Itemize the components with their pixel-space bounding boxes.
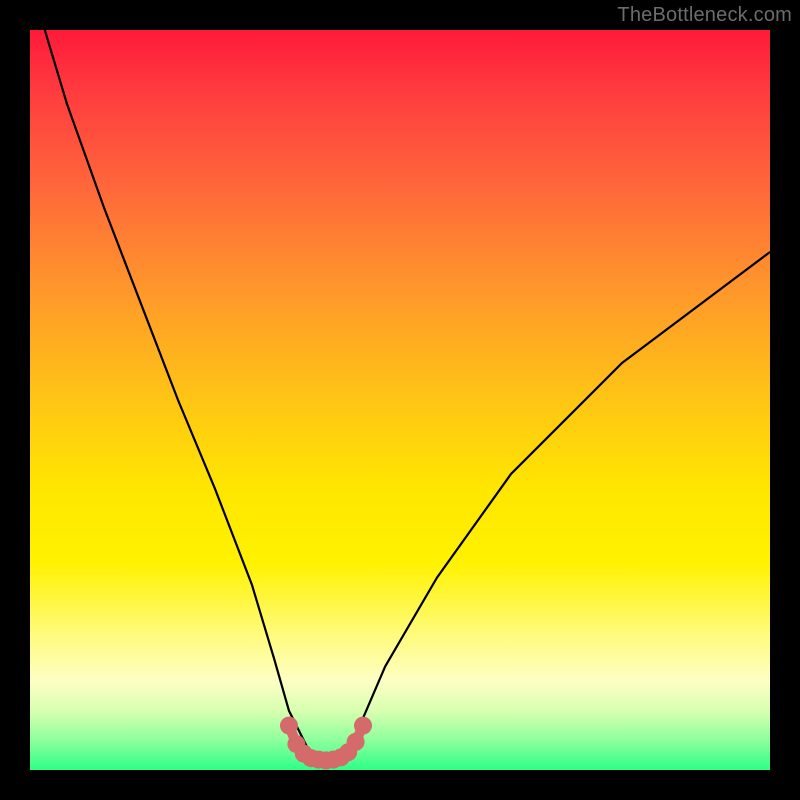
chart-frame: TheBottleneck.com — [0, 0, 800, 800]
bottleneck-curve-path — [45, 30, 770, 761]
plot-area — [30, 30, 770, 770]
watermark-text: TheBottleneck.com — [617, 4, 792, 27]
chart-svg — [30, 30, 770, 770]
